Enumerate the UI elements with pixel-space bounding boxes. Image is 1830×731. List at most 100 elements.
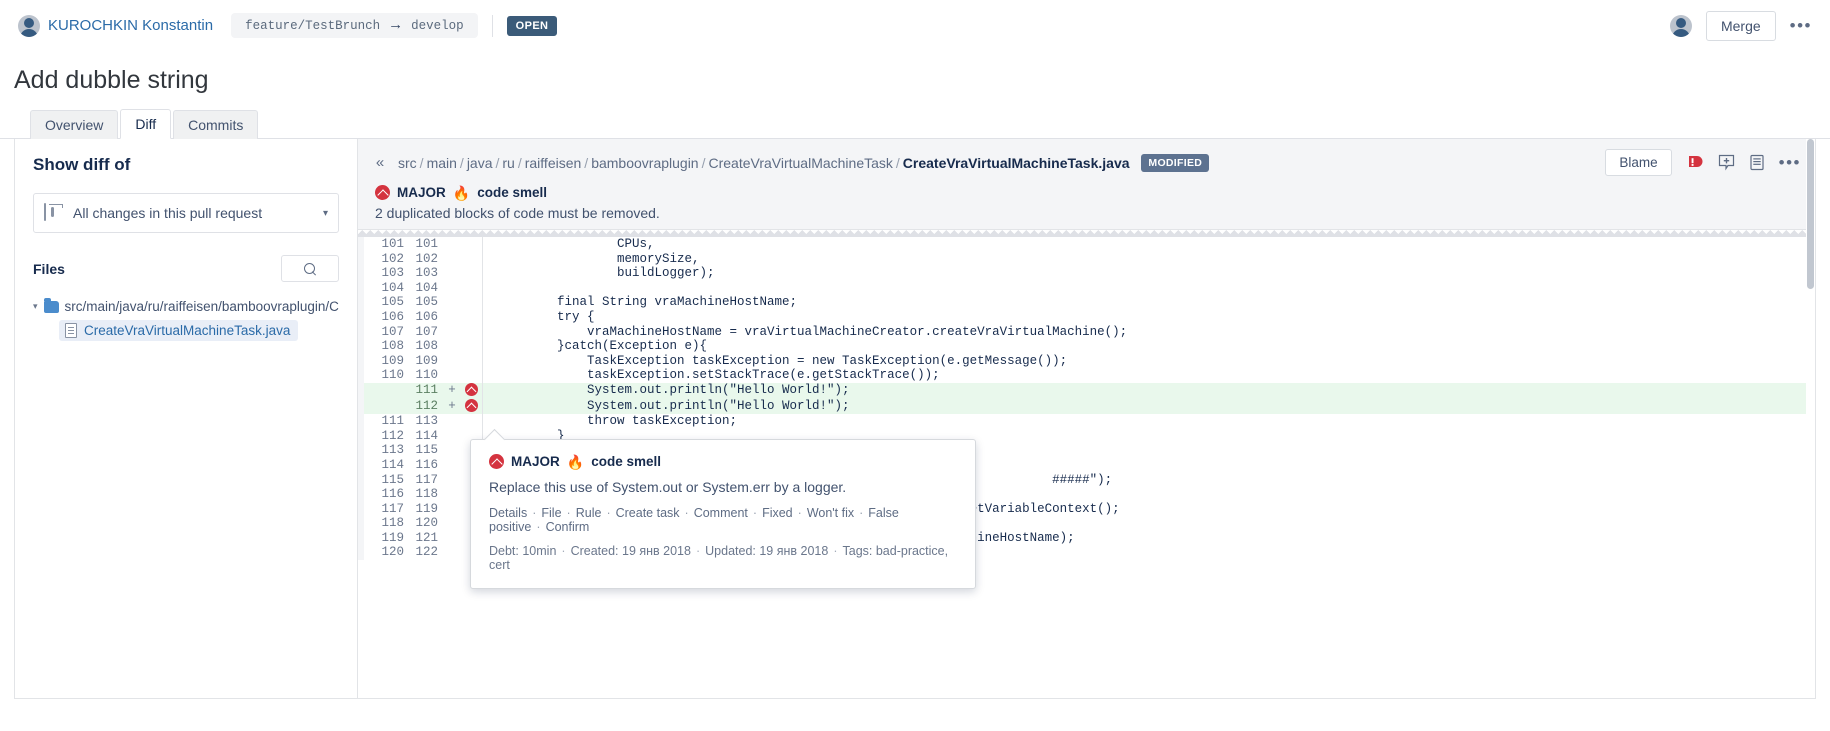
line-number-new: 109 bbox=[415, 353, 438, 368]
folder-path-label: src/main/java/ru/raiffeisen/bamboovraplu… bbox=[64, 299, 339, 314]
breadcrumb-item[interactable]: main bbox=[427, 155, 457, 171]
breadcrumb-separator: / bbox=[895, 154, 900, 171]
line-gutter-empty bbox=[460, 339, 482, 354]
code-line-row: 101 101 CPUs, bbox=[358, 237, 1815, 252]
code-line-text: try { bbox=[497, 309, 595, 324]
code-line-row: 102 102 memorySize, bbox=[358, 251, 1815, 267]
current-user-avatar[interactable] bbox=[1669, 14, 1692, 37]
pr-author[interactable]: KUROCHKIN Konstantin bbox=[18, 14, 213, 37]
pull-request-diff-page: KUROCHKIN Konstantin feature/TestBrunch … bbox=[0, 0, 1830, 731]
popup-metadata: Debt: 10min · Created: 19 янв 2018 · Updated… bbox=[489, 544, 949, 572]
collapse-sidebar-icon[interactable]: « bbox=[372, 154, 388, 171]
file-tree-folder[interactable]: ▾ src/main/java/ru/raiffeisen/bamboovrap… bbox=[33, 296, 339, 317]
popup-action-details[interactable]: Details bbox=[489, 506, 527, 520]
line-change-mark bbox=[444, 252, 460, 267]
line-number-new: 120 bbox=[415, 516, 438, 531]
more-actions-icon[interactable]: ••• bbox=[1790, 17, 1812, 34]
breadcrumb: src / main / java / ru / raiffeisen / bamboovraplu… bbox=[398, 153, 1210, 172]
breadcrumb-item[interactable]: CreateVraVirtualMachineTask bbox=[708, 155, 892, 171]
line-number-new: 102 bbox=[415, 251, 438, 266]
popup-action-wont-fix[interactable]: Won't fix bbox=[807, 506, 854, 520]
add-comment-icon[interactable] bbox=[1718, 154, 1735, 171]
author-name[interactable]: KUROCHKIN Konstantin bbox=[48, 17, 213, 34]
code-line-row: 112 + System.out.println("Hello World!"); bbox=[358, 398, 1815, 415]
line-number-old: 113 bbox=[381, 443, 404, 458]
code-line-text: TaskException taskException = new TaskEx… bbox=[497, 353, 1068, 368]
blame-button[interactable]: Blame bbox=[1605, 149, 1672, 176]
line-change-mark bbox=[444, 414, 460, 429]
line-number-old: 120 bbox=[381, 545, 404, 560]
caret-down-icon: ▾ bbox=[33, 301, 38, 311]
line-number-new: 115 bbox=[415, 443, 438, 458]
code-line-text: CPUs, bbox=[497, 237, 655, 251]
divider bbox=[491, 14, 493, 37]
code-line-row: 109 109 TaskException taskException = new… bbox=[358, 353, 1815, 369]
code-line-row: 105 105 final String vraMachineHostName; bbox=[358, 295, 1815, 310]
line-change-mark bbox=[444, 339, 460, 354]
line-number-old: 117 bbox=[381, 501, 404, 516]
code-line-text: final String vraMachineHostName; bbox=[497, 295, 798, 310]
modified-badge: MODIFIED bbox=[1141, 153, 1210, 172]
breadcrumb-separator: / bbox=[701, 154, 706, 171]
breadcrumb-item[interactable]: raiffeisen bbox=[525, 155, 582, 171]
code-line-text: memorySize, bbox=[497, 251, 700, 266]
popup-issue-type-label: code smell bbox=[591, 454, 661, 469]
code-smell-icon: 🔥 bbox=[452, 184, 471, 201]
file-view-icon[interactable] bbox=[1749, 154, 1765, 171]
line-gutter-empty bbox=[460, 354, 482, 369]
diff-scope-select[interactable]: All changes in this pull request ▾ bbox=[33, 193, 339, 233]
popup-action-create-task[interactable]: Create task bbox=[616, 506, 680, 520]
popup-action-rule[interactable]: Rule bbox=[576, 506, 602, 520]
top-bar: KUROCHKIN Konstantin feature/TestBrunch … bbox=[0, 0, 1830, 52]
file-tree-item-createvravirtualmachinetask[interactable]: CreateVraVirtualMachineTask.java bbox=[59, 320, 299, 341]
breadcrumb-current-file: CreateVraVirtualMachineTask.java bbox=[902, 154, 1130, 171]
tab-overview[interactable]: Overview bbox=[30, 110, 119, 139]
line-change-mark bbox=[444, 266, 460, 281]
diff-header-top-row: « src / main / java / ru / raiffeisen / bamboovrap… bbox=[372, 149, 1801, 176]
source-branch[interactable]: feature/TestBrunch bbox=[245, 19, 380, 33]
code-line-text bbox=[483, 281, 1815, 296]
line-number-old: 107 bbox=[381, 324, 404, 339]
sonar-issue-icon[interactable] bbox=[1686, 154, 1704, 172]
popup-action-file[interactable]: File bbox=[541, 506, 561, 520]
line-number-old: 119 bbox=[381, 530, 404, 545]
line-number-old: 118 bbox=[381, 516, 404, 531]
line-gutter-empty bbox=[460, 325, 482, 340]
breadcrumb-separator: / bbox=[517, 154, 522, 171]
line-gutter-empty bbox=[460, 295, 482, 310]
merge-button[interactable]: Merge bbox=[1705, 10, 1776, 41]
diff-more-actions-icon[interactable]: ••• bbox=[1779, 154, 1801, 171]
issue-severity-row: MAJOR 🔥 code smell bbox=[372, 185, 1801, 200]
code-line-row: 108 108 }catch(Exception e){ bbox=[358, 339, 1815, 354]
line-number-new: 106 bbox=[415, 309, 438, 324]
popup-severity-label: MAJOR bbox=[511, 454, 560, 469]
target-branch[interactable]: develop bbox=[411, 19, 464, 33]
code-line-text: taskException.setStackTrace(e.getStackTr… bbox=[497, 368, 940, 383]
diff-scrollbar[interactable] bbox=[1806, 139, 1815, 698]
breadcrumb-item[interactable]: bamboovraplugin bbox=[591, 155, 698, 171]
breadcrumb-item[interactable]: java bbox=[467, 155, 493, 171]
line-number-old: 102 bbox=[381, 251, 404, 266]
code-line-row: 111 113 throw taskException; bbox=[358, 414, 1815, 429]
line-issue-icon[interactable] bbox=[460, 382, 482, 399]
code-line-row: 107 107 vraMachineHostName = vraVirtualMa… bbox=[358, 324, 1815, 340]
severity-label: MAJOR bbox=[397, 185, 446, 200]
line-number-old: 115 bbox=[381, 472, 404, 487]
top-bar-actions: Merge ••• bbox=[1669, 10, 1812, 41]
breadcrumb-item[interactable]: ru bbox=[502, 155, 514, 171]
file-search-input[interactable] bbox=[281, 255, 339, 282]
line-number-old: 106 bbox=[381, 309, 404, 324]
popup-action-confirm[interactable]: Confirm bbox=[546, 520, 590, 534]
breadcrumb-item[interactable]: src bbox=[398, 155, 417, 171]
popup-action-fixed[interactable]: Fixed bbox=[762, 506, 793, 520]
line-change-mark bbox=[444, 545, 460, 560]
tab-diff[interactable]: Diff bbox=[120, 109, 172, 139]
tab-commits[interactable]: Commits bbox=[173, 110, 259, 139]
scrollbar-thumb[interactable] bbox=[1807, 139, 1814, 289]
code-line-text: System.out.println("Hello World!"); bbox=[497, 399, 850, 414]
line-change-mark bbox=[444, 281, 460, 296]
line-issue-icon[interactable] bbox=[460, 398, 482, 415]
line-number-old: 101 bbox=[381, 237, 404, 251]
line-number-new: 121 bbox=[415, 530, 438, 545]
popup-action-comment[interactable]: Comment bbox=[694, 506, 748, 520]
